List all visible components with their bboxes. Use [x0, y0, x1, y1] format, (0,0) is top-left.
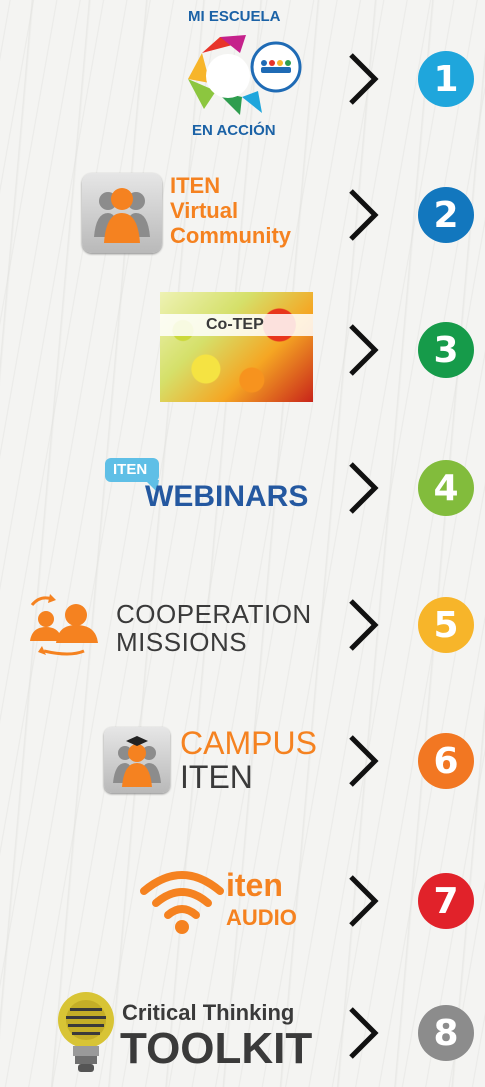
mi-escuela-emblem-icon	[188, 35, 302, 115]
logo-title-top: MI ESCUELA	[188, 8, 281, 25]
chevron-right-icon[interactable]	[343, 187, 383, 243]
step-badge-4[interactable]: 4	[418, 460, 474, 516]
step-badge-2[interactable]: 2	[418, 187, 474, 243]
program-row-5[interactable]: COOPERATION MISSIONS 5	[0, 585, 485, 665]
cotep-label: Co-TEP	[206, 316, 264, 333]
step-badge-6[interactable]: 6	[418, 733, 474, 789]
chevron-right-icon[interactable]	[343, 51, 383, 107]
iten-webinars-logo[interactable]: ITEN WEBINARS	[105, 458, 315, 518]
cooperation-line-1: COOPERATION	[116, 599, 312, 629]
audio-line-1: iten	[226, 867, 283, 903]
cotep-logo[interactable]: Co-TEP	[160, 292, 313, 402]
webinars-title: WEBINARS	[145, 480, 309, 513]
step-badge-1[interactable]: 1	[418, 51, 474, 107]
cotep-label-bar: Co-TEP	[160, 314, 313, 336]
program-row-6[interactable]: CAMPUS ITEN 6	[0, 715, 485, 815]
logo-line-3: Community	[170, 223, 291, 248]
step-badge-7[interactable]: 7	[418, 873, 474, 929]
program-row-2[interactable]: ITEN Virtual Community 2	[0, 165, 485, 265]
chevron-right-icon[interactable]	[343, 460, 383, 516]
cooperation-line-2: MISSIONS	[116, 627, 248, 657]
campus-line-2: ITEN	[180, 759, 253, 795]
wifi-icon	[140, 871, 224, 934]
graduate-group-icon	[104, 727, 170, 793]
step-badge-3[interactable]: 3	[418, 322, 474, 378]
program-row-3[interactable]: Co-TEP 3	[0, 290, 485, 405]
lightbulb-icon	[58, 992, 114, 1072]
toolkit-line-1: Critical Thinking	[122, 1000, 295, 1025]
campus-iten-logo[interactable]: CAMPUS ITEN	[104, 725, 317, 797]
program-row-1[interactable]: MI ESCUELA EN ACCIÓN 1	[0, 5, 485, 145]
chevron-right-icon[interactable]	[343, 733, 383, 789]
logo-title-bottom: EN ACCIÓN	[192, 122, 276, 139]
logo-line-2: Virtual	[170, 198, 239, 223]
user-group-icon	[82, 173, 162, 253]
chevron-right-icon[interactable]	[343, 1005, 383, 1061]
critical-thinking-toolkit-logo[interactable]: Critical Thinking TOOLKIT	[56, 988, 316, 1080]
cooperation-missions-logo[interactable]: COOPERATION MISSIONS	[24, 591, 314, 661]
chevron-right-icon[interactable]	[343, 597, 383, 653]
iten-virtual-community-logo[interactable]: ITEN Virtual Community	[82, 170, 312, 255]
audio-line-2: AUDIO	[226, 905, 297, 930]
cooperation-people-icon	[30, 594, 98, 656]
logo-line-1: ITEN	[170, 173, 221, 198]
chevron-right-icon[interactable]	[343, 873, 383, 929]
chevron-right-icon[interactable]	[343, 322, 383, 378]
step-badge-8[interactable]: 8	[418, 1005, 474, 1061]
campus-line-1: CAMPUS	[180, 725, 317, 761]
step-badge-5[interactable]: 5	[418, 597, 474, 653]
iten-audio-logo[interactable]: iten AUDIO	[140, 865, 316, 937]
mi-escuela-logo[interactable]: MI ESCUELA EN ACCIÓN	[180, 5, 310, 145]
program-row-4[interactable]: ITEN WEBINARS 4	[0, 450, 485, 530]
program-row-7[interactable]: iten AUDIO 7	[0, 855, 485, 955]
webinars-iten-label: ITEN	[113, 461, 148, 478]
iten-speech-bubble: ITEN	[105, 458, 159, 492]
program-row-8[interactable]: Critical Thinking TOOLKIT 8	[0, 985, 485, 1085]
toolkit-line-2: TOOLKIT	[120, 1024, 313, 1073]
